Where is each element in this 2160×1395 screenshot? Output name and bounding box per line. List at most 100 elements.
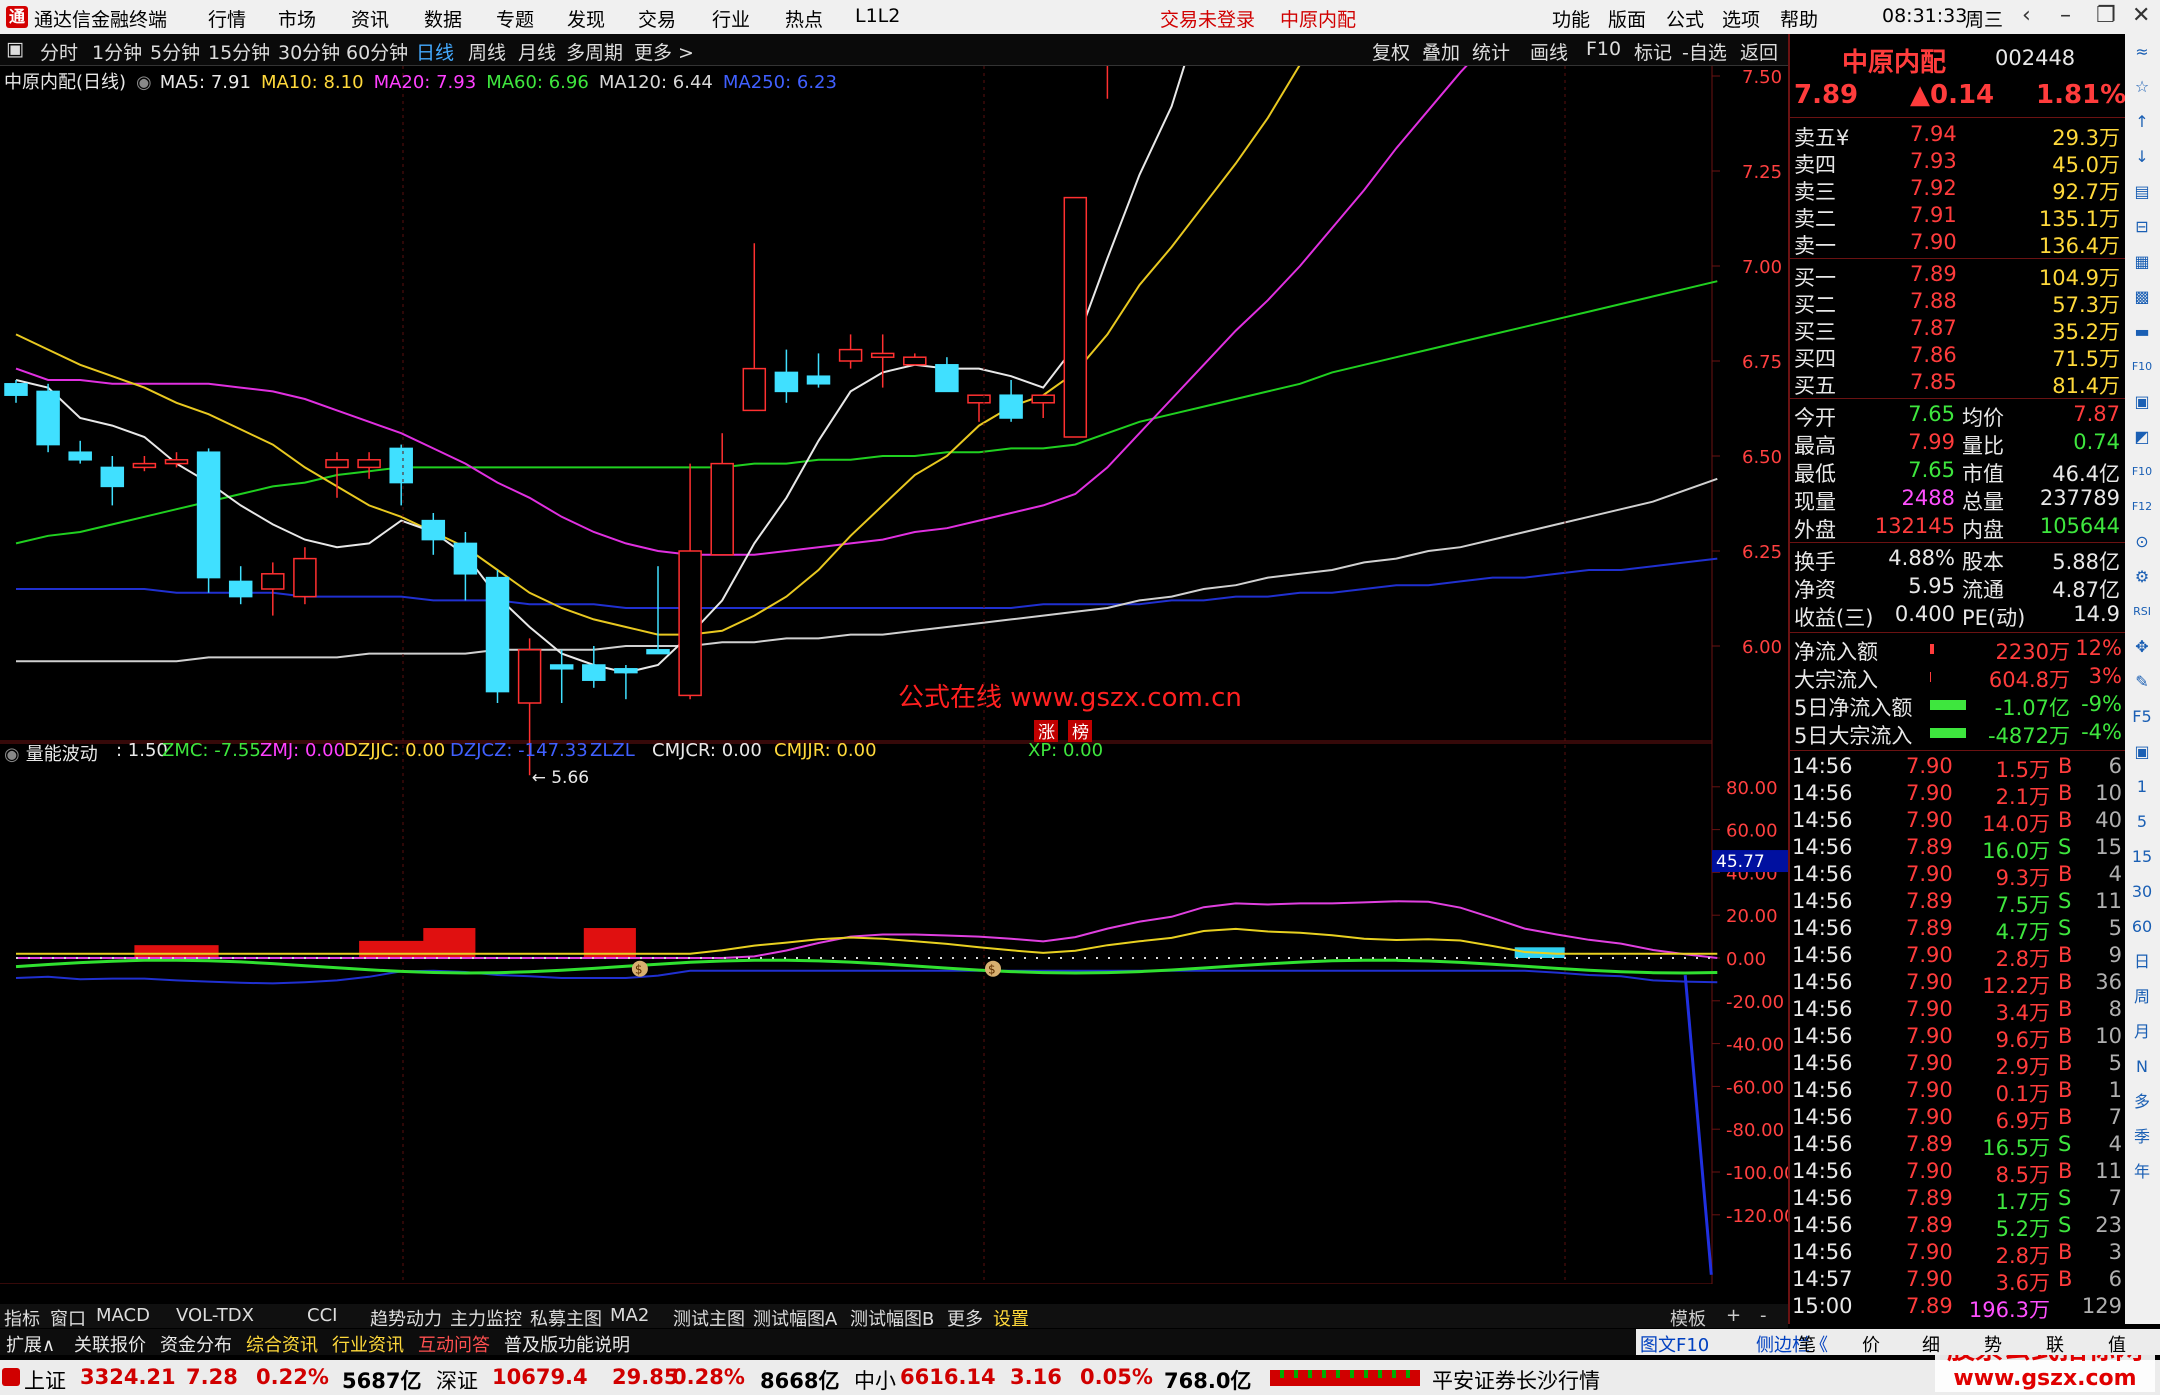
period-tab-3[interactable]: 15分钟 — [208, 38, 270, 65]
candle[interactable] — [646, 566, 670, 655]
period-tab-9[interactable]: 多周期 — [566, 38, 623, 65]
side-tab-5[interactable]: 势 — [1984, 1331, 2002, 1357]
period-tab-8[interactable]: 月线 — [518, 38, 556, 65]
tick-row[interactable]: 14:56 7.90 2.9万 B 5 — [1790, 1051, 2125, 1079]
candle[interactable] — [68, 440, 92, 464]
bid-row[interactable]: 买二 7.88 57.3万 — [1790, 289, 2125, 317]
tick-row[interactable]: 14:56 7.90 3.4万 B 8 — [1790, 997, 2125, 1025]
candle[interactable] — [999, 380, 1023, 422]
side-icon-29[interactable]: N — [2130, 1055, 2154, 1079]
toolbar-action-1[interactable]: 叠加 — [1422, 38, 1460, 65]
stat-row[interactable]: 现量 2488 总量 237789 — [1790, 486, 2125, 514]
stat-row[interactable]: 今开 7.65 均价 7.87 — [1790, 402, 2125, 430]
flow-row[interactable]: 5日净流入额 -1.07亿 -9% — [1790, 692, 2125, 720]
side-icon-4[interactable]: ▤ — [2130, 180, 2154, 204]
side-icon-18[interactable]: ✎ — [2130, 670, 2154, 694]
candle[interactable] — [228, 566, 253, 605]
candle[interactable] — [196, 448, 221, 593]
side-icon-23[interactable]: 15 — [2130, 845, 2154, 869]
menu-8[interactable]: 热点 — [785, 5, 823, 32]
side-icon-28[interactable]: 月 — [2130, 1020, 2154, 1044]
side-icon-27[interactable]: 周 — [2130, 985, 2154, 1009]
side-icon-10[interactable]: ▣ — [2130, 390, 2154, 414]
toolbar-action-7[interactable]: 返回 — [1740, 38, 1778, 65]
ask-row[interactable]: 卖四 7.93 45.0万 — [1790, 149, 2125, 177]
side-icon-12[interactable]: F10 — [2130, 460, 2154, 484]
ask-row[interactable]: 卖二 7.91 135.1万 — [1790, 203, 2125, 231]
indicator-tab-0[interactable]: 指标 — [4, 1305, 40, 1331]
panel-toggle-icon[interactable]: ▣ — [6, 38, 24, 60]
side-icon-31[interactable]: 季 — [2130, 1125, 2154, 1149]
period-tab-0[interactable]: 分时 — [40, 38, 78, 65]
side-icon-13[interactable]: F12 — [2130, 495, 2154, 519]
candle[interactable] — [710, 433, 734, 556]
tick-row[interactable]: 14:56 7.90 2.8万 B 3 — [1790, 1240, 2125, 1268]
period-tab-6[interactable]: 日线 — [416, 38, 454, 65]
side-icon-8[interactable]: ▬ — [2130, 320, 2154, 344]
side-tab-2[interactable]: 笔 — [1798, 1331, 1816, 1357]
right-menu-4[interactable]: 帮助 — [1780, 5, 1818, 32]
tick-row[interactable]: 14:56 7.89 7.5万 S 11 — [1790, 889, 2125, 917]
indicator-collapse-icon[interactable]: ◉ — [4, 744, 20, 765]
toolbar-action-3[interactable]: 画线 — [1530, 38, 1568, 65]
side-icon-20[interactable]: ▣ — [2130, 740, 2154, 764]
flow-row[interactable]: 大宗流入 604.8万 3% — [1790, 664, 2125, 692]
side-tab-7[interactable]: 值 — [2108, 1331, 2126, 1357]
template-tab-0[interactable]: 模板 — [1670, 1305, 1706, 1331]
kline-chart[interactable]: 8.508.258.007.757.507.257.006.756.506.25… — [0, 0, 1795, 1307]
bid-row[interactable]: 买五 7.85 81.4万 — [1790, 370, 2125, 398]
candle[interactable] — [261, 562, 285, 616]
info-tab-4[interactable]: 行业资讯 — [332, 1331, 404, 1357]
side-icon-25[interactable]: 60 — [2130, 915, 2154, 939]
status-item-15[interactable]: 平安证券长沙行情 — [1432, 1365, 1600, 1395]
stat2-row[interactable]: 净资 5.95 流通 4.87亿 — [1790, 574, 2125, 602]
side-tab-3[interactable]: 价 — [1862, 1331, 1880, 1357]
chart-area[interactable]: 8.508.258.007.757.507.257.006.756.506.25… — [0, 0, 1795, 1307]
indicator-tab-2[interactable]: MACD — [96, 1305, 150, 1326]
side-tab-1[interactable]: 侧边栏《 — [1756, 1331, 1828, 1357]
side-icon-15[interactable]: ⚙ — [2130, 565, 2154, 589]
candle[interactable] — [806, 353, 831, 388]
candle[interactable] — [935, 357, 959, 393]
candle[interactable] — [132, 456, 157, 472]
tick-row[interactable]: 14:56 7.90 0.1万 B 1 — [1790, 1078, 2125, 1106]
side-icon-9[interactable]: F10 — [2130, 355, 2154, 379]
candle[interactable] — [614, 665, 638, 700]
right-menu-0[interactable]: 功能 — [1552, 5, 1590, 32]
side-tab-4[interactable]: 细 — [1922, 1331, 1940, 1357]
tick-row[interactable]: 14:56 7.90 8.5万 B 11 — [1790, 1159, 2125, 1187]
right-menu-3[interactable]: 选项 — [1722, 5, 1760, 32]
indicator-tab-1[interactable]: 窗口 — [50, 1305, 86, 1331]
indicator-tab-12[interactable]: 更多 — [947, 1305, 983, 1331]
indicator-tab-13[interactable]: 设置 — [993, 1305, 1029, 1331]
candle[interactable] — [742, 243, 767, 412]
side-icon-2[interactable]: ↑ — [2130, 110, 2154, 134]
period-tab-1[interactable]: 1分钟 — [92, 38, 142, 65]
side-icon-6[interactable]: ▦ — [2130, 250, 2154, 274]
indicator-tab-8[interactable]: MA2 — [610, 1305, 649, 1326]
side-icon-0[interactable]: ≈ — [2130, 40, 2154, 64]
indicator-tab-5[interactable]: 趋势动力 — [370, 1305, 442, 1331]
period-tab-5[interactable]: 60分钟 — [346, 38, 408, 65]
bid-row[interactable]: 买一 7.89 104.9万 — [1790, 262, 2125, 290]
period-tab-7[interactable]: 周线 — [468, 38, 506, 65]
candle[interactable] — [485, 570, 510, 703]
tick-row[interactable]: 14:56 7.90 9.3万 B 4 — [1790, 862, 2125, 890]
side-tab-0[interactable]: 图文F10 — [1640, 1331, 1709, 1357]
candle[interactable] — [678, 463, 702, 700]
tick-row[interactable]: 15:00 7.89 196.3万 129 — [1790, 1294, 2125, 1322]
menu-3[interactable]: 数据 — [424, 5, 462, 32]
tick-row[interactable]: 14:56 7.90 12.2万 B 36 — [1790, 970, 2125, 998]
ask-row[interactable]: 卖一 7.90 136.4万 — [1790, 230, 2125, 258]
indicator-tab-6[interactable]: 主力监控 — [450, 1305, 522, 1331]
candle[interactable] — [582, 646, 606, 688]
menu-5[interactable]: 发现 — [567, 5, 605, 32]
candle[interactable] — [903, 353, 927, 366]
right-menu-1[interactable]: 版面 — [1608, 5, 1646, 32]
toolbar-action-2[interactable]: 统计 — [1472, 38, 1510, 65]
toolbar-action-0[interactable]: 复权 — [1372, 38, 1410, 65]
toolbar-action-4[interactable]: F10 — [1586, 38, 1621, 60]
tick-row[interactable]: 14:56 7.90 14.0万 B 40 — [1790, 808, 2125, 836]
ask-row[interactable]: 卖五¥ 7.94 29.3万 — [1790, 122, 2125, 150]
tick-row[interactable]: 14:56 7.89 4.7万 S 5 — [1790, 916, 2125, 944]
